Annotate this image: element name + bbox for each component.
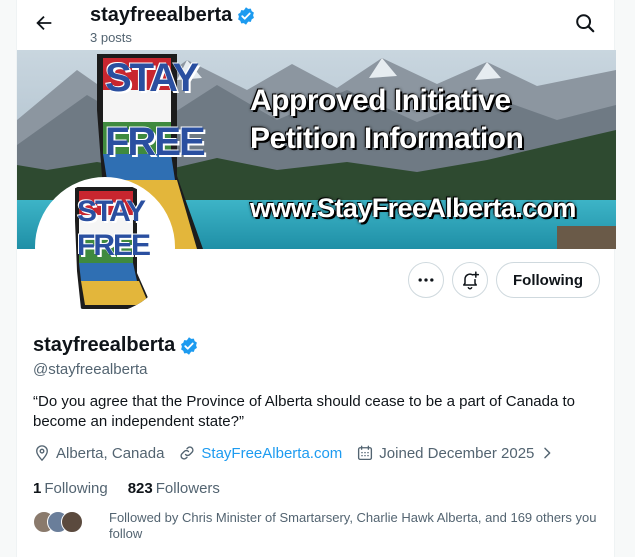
following-count: 1	[33, 480, 42, 497]
post-count: 3 posts	[90, 30, 132, 45]
location-pin-icon	[36, 445, 48, 462]
joined-item[interactable]: Joined December 2025	[356, 444, 555, 462]
banner-logo-text-top: STAY	[105, 56, 199, 100]
bell-plus-icon	[463, 271, 480, 290]
following-label: Following	[44, 480, 108, 497]
following-button[interactable]: Following	[496, 262, 600, 298]
arrow-left-icon	[36, 15, 52, 31]
profile-bio: “Do you agree that the Province of Alber…	[33, 393, 576, 430]
avatar-logo-text-top: STAY	[77, 195, 146, 228]
profile-header: stayfreealberta 3 posts	[17, 0, 616, 50]
joined-text: Joined December 2025	[379, 444, 535, 462]
follower-avatars	[33, 511, 85, 535]
followed-by[interactable]: Followed by Chris Minister of Smartarser…	[33, 510, 614, 542]
chevron-right-icon	[544, 447, 551, 459]
followers-link[interactable]: 823 Followers	[128, 480, 220, 497]
search-icon	[576, 14, 595, 33]
avatar-logo-text-bottom: FREE	[77, 229, 151, 262]
verified-badge-icon[interactable]	[236, 6, 256, 26]
location-text: Alberta, Canada	[56, 444, 165, 462]
followed-by-text: Followed by Chris Minister of Smartarser…	[109, 510, 597, 541]
search-button[interactable]	[572, 10, 598, 36]
notifications-button[interactable]	[452, 262, 488, 298]
banner-logo-text-bottom: FREE	[105, 120, 206, 164]
profile-meta: Alberta, Canada StayFreeAlberta.com Join…	[33, 444, 569, 462]
followers-count: 823	[127, 480, 153, 497]
back-button[interactable]	[29, 8, 59, 38]
verified-badge-icon[interactable]	[179, 336, 199, 356]
header-title: stayfreealberta	[90, 4, 256, 27]
more-horizontal-icon	[418, 278, 434, 282]
link-icon	[180, 446, 194, 460]
profile-column: stayfreealberta 3 posts STAY FREE Approv…	[16, 0, 616, 557]
profile-name: stayfreealberta	[33, 334, 199, 357]
profile-page: stayfreealberta 3 posts STAY FREE Approv…	[0, 0, 635, 557]
profile-handle: @stayfreealberta	[33, 361, 148, 378]
calendar-icon	[358, 445, 373, 461]
follow-stats: 1 Following 823 Followers	[33, 480, 220, 497]
website-link[interactable]: StayFreeAlberta.com	[201, 445, 342, 462]
following-link[interactable]: 1 Following	[33, 480, 108, 497]
avatar[interactable]: STAY FREE	[35, 177, 175, 317]
more-button[interactable]	[408, 262, 444, 298]
location-item: Alberta, Canada	[33, 444, 164, 462]
follower-avatar	[61, 511, 83, 533]
banner-headline-line2: Petition Information	[250, 122, 524, 155]
header-title-text: stayfreealberta	[90, 4, 233, 26]
website-item: StayFreeAlberta.com	[178, 444, 342, 462]
banner-url-text: www.StayFreeAlberta.com	[250, 193, 576, 223]
followers-label: Followers	[155, 480, 220, 497]
profile-name-text: stayfreealberta	[33, 334, 176, 356]
banner-headline-line1: Approved Initiative	[250, 84, 511, 117]
